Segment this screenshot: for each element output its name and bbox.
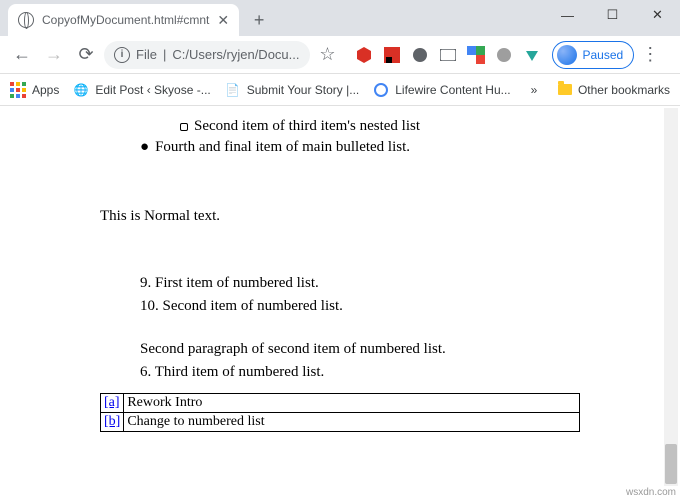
comments-table: [a] Rework Intro [b] Change to numbered … <box>100 393 580 432</box>
titlebar: CopyofMyDocument.html#cmnt ✕ + — ☐ ✕ <box>0 0 680 36</box>
bookmark-item-2[interactable]: Lifewire Content Hu... <box>373 82 510 98</box>
watermark: wsxdn.com <box>626 487 676 498</box>
list-item: Second item of third item's nested list <box>0 116 680 137</box>
bookmark-label: Edit Post ‹ Skyose -... <box>95 83 210 97</box>
extension-icon-5[interactable] <box>494 45 514 65</box>
close-tab-icon[interactable]: ✕ <box>217 12 229 29</box>
bookmark-label: Lifewire Content Hu... <box>395 83 510 97</box>
bookmark-label: Submit Your Story |... <box>247 83 360 97</box>
adblock-icon[interactable] <box>354 45 374 65</box>
extension-icon-4[interactable] <box>466 45 486 65</box>
close-window-button[interactable]: ✕ <box>635 0 680 30</box>
list-text: Second item of third item's nested list <box>194 118 420 134</box>
list-item: 9. First item of numbered list. <box>140 275 680 292</box>
apps-label: Apps <box>32 83 59 97</box>
scrollbar-thumb[interactable] <box>665 444 677 484</box>
address-divider: | <box>163 47 166 62</box>
extension-icon-3[interactable] <box>438 45 458 65</box>
address-path: C:/Users/ryjen/Docu... <box>172 47 299 62</box>
bullet-icon <box>180 123 188 131</box>
star-icon[interactable]: ☆ <box>314 41 342 69</box>
list-item: 6. Third item of numbered list. <box>140 364 680 381</box>
maximize-button[interactable]: ☐ <box>590 0 635 30</box>
paragraph: Second paragraph of second item of numbe… <box>140 341 680 358</box>
globe-icon <box>18 12 34 28</box>
list-text: Fourth and final item of main bulleted l… <box>155 139 410 155</box>
bookmark-item-1[interactable]: 📄 Submit Your Story |... <box>225 82 360 98</box>
other-bookmarks-label: Other bookmarks <box>578 83 670 97</box>
paragraph: This is Normal text. <box>0 208 680 225</box>
bookmarks-overflow[interactable]: » <box>531 83 538 97</box>
document-viewport[interactable]: Second item of third item's nested list … <box>0 106 680 500</box>
apps-button[interactable]: Apps <box>10 82 59 98</box>
info-icon[interactable]: i <box>114 47 130 63</box>
globe-icon: 🌐 <box>73 82 89 98</box>
comment-text: Rework Intro <box>124 394 580 413</box>
browser-tab[interactable]: CopyofMyDocument.html#cmnt ✕ <box>8 4 239 36</box>
address-prefix: File <box>136 47 157 62</box>
reload-button[interactable]: ⟳ <box>72 41 100 69</box>
scrollbar[interactable] <box>664 108 678 486</box>
minimize-button[interactable]: — <box>545 0 590 30</box>
profile-paused[interactable]: Paused <box>552 41 635 69</box>
numbered-list: 9. First item of numbered list. 10. Seco… <box>0 275 680 381</box>
extension-icon-6[interactable] <box>522 45 542 65</box>
bookmark-item-0[interactable]: 🌐 Edit Post ‹ Skyose -... <box>73 82 210 98</box>
table-row: [a] Rework Intro <box>101 394 580 413</box>
google-icon <box>373 82 389 98</box>
bookmarks-bar: Apps 🌐 Edit Post ‹ Skyose -... 📄 Submit … <box>0 74 680 106</box>
comment-text: Change to numbered list <box>124 413 580 432</box>
bullet-icon: ● <box>140 139 149 155</box>
address-bar[interactable]: i File | C:/Users/ryjen/Docu... <box>104 41 310 69</box>
extensions-row <box>354 45 542 65</box>
folder-icon <box>558 84 572 95</box>
page-icon: 📄 <box>225 82 241 98</box>
new-tab-button[interactable]: + <box>245 6 273 34</box>
list-item: ● Fourth and final item of main bulleted … <box>0 137 680 158</box>
table-row: [b] Change to numbered list <box>101 413 580 432</box>
extension-icon-2[interactable] <box>410 45 430 65</box>
comment-ref[interactable]: [a] <box>101 394 124 413</box>
forward-button[interactable]: → <box>40 41 68 69</box>
avatar-icon <box>557 45 577 65</box>
apps-icon <box>10 82 26 98</box>
toolbar: ← → ⟳ i File | C:/Users/ryjen/Docu... ☆ … <box>0 36 680 74</box>
tab-title: CopyofMyDocument.html#cmnt <box>42 13 209 27</box>
comment-ref[interactable]: [b] <box>101 413 124 432</box>
menu-button[interactable]: ⋮ <box>638 44 662 65</box>
list-item: 10. Second item of numbered list. <box>140 298 680 315</box>
paused-label: Paused <box>583 48 624 62</box>
back-button[interactable]: ← <box>8 41 36 69</box>
extension-icon-1[interactable] <box>382 45 402 65</box>
other-bookmarks[interactable]: Other bookmarks <box>558 83 670 97</box>
window-controls: — ☐ ✕ <box>545 0 680 30</box>
